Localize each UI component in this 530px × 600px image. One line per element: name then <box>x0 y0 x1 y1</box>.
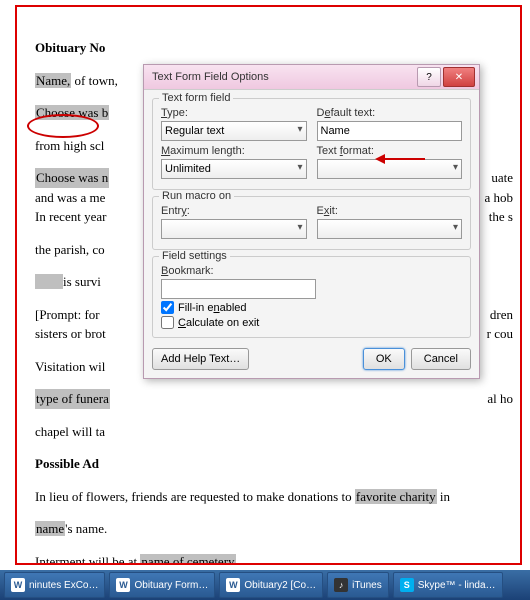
itunes-icon: ♪ <box>334 578 348 592</box>
run-macro-group: Run macro on Entry: Exit: <box>152 196 471 250</box>
text-format-select[interactable] <box>317 159 463 179</box>
exit-select[interactable] <box>317 219 463 239</box>
field[interactable]: name of cemetery <box>140 554 235 566</box>
task-item[interactable]: WObituary2 [Co… <box>219 572 323 598</box>
fillin-checkbox[interactable] <box>161 301 174 314</box>
entry-label: Entry: <box>161 205 307 217</box>
bookmark-input[interactable] <box>161 279 316 299</box>
heading-possible: Possible Ad <box>35 456 99 471</box>
cancel-button[interactable]: Cancel <box>411 348 471 370</box>
task-item[interactable]: WObituary Form… <box>109 572 215 598</box>
field-name[interactable]: Name, <box>35 73 71 88</box>
field-settings-group: Field settings Bookmark: Fill-in enabled… <box>152 256 471 338</box>
field[interactable] <box>35 274 63 289</box>
taskbar[interactable]: Wninutes ExCo… WObituary Form… WObituary… <box>0 570 530 600</box>
help-button[interactable]: ? <box>417 67 441 87</box>
type-select[interactable] <box>161 121 307 141</box>
type-label: Type: <box>161 107 307 119</box>
text-form-field-group: Text form field Type: Default text: Maxi… <box>152 98 471 190</box>
ok-button[interactable]: OK <box>363 348 405 370</box>
field[interactable]: Choose was b <box>35 105 109 120</box>
task-item[interactable]: ♪iTunes <box>327 572 389 598</box>
word-icon: W <box>116 578 130 592</box>
task-item[interactable]: SSkype™ - linda… <box>393 572 503 598</box>
max-length-label: Maximum length: <box>161 145 307 157</box>
task-item[interactable]: Wninutes ExCo… <box>4 572 105 598</box>
entry-select[interactable] <box>161 219 307 239</box>
field[interactable]: favorite charity <box>355 489 437 504</box>
text-form-field-options-dialog: Text Form Field Options ? ✕ Text form fi… <box>143 64 480 379</box>
text-format-label: Text format: <box>317 145 463 157</box>
skype-icon: S <box>400 578 414 592</box>
dialog-title: Text Form Field Options <box>152 71 415 83</box>
word-icon: W <box>226 578 240 592</box>
word-icon: W <box>11 578 25 592</box>
default-text-label: Default text: <box>317 107 463 119</box>
close-button[interactable]: ✕ <box>443 67 475 87</box>
default-text-input[interactable] <box>317 121 463 141</box>
heading-obituary: Obituary No <box>35 40 105 55</box>
exit-label: Exit: <box>317 205 463 217</box>
field[interactable]: Choose was n <box>35 168 109 188</box>
max-length-select[interactable] <box>161 159 307 179</box>
dialog-titlebar[interactable]: Text Form Field Options ? ✕ <box>144 65 479 89</box>
add-help-text-button[interactable]: Add Help Text… <box>152 348 249 370</box>
field[interactable]: type of funera <box>35 389 110 409</box>
calculate-checkbox[interactable] <box>161 316 174 329</box>
field[interactable]: name <box>35 521 65 536</box>
bookmark-label: Bookmark: <box>161 265 316 277</box>
